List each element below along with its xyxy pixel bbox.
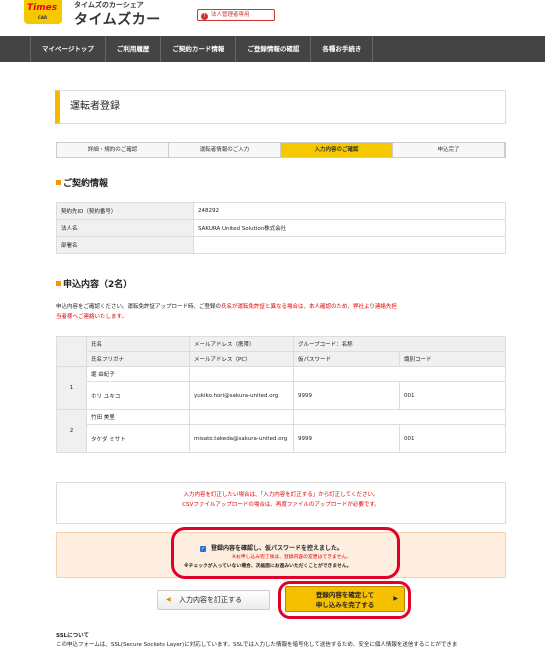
table-row: 部署名 (56, 236, 506, 254)
table-header-row: 氏名 メールアドレス（携帯） グループコード：名称 (56, 336, 506, 367)
step-input: 運転者情報のご入力 (169, 143, 281, 157)
contract-table: 契約先ID（契約番号） 248292 法人名 SAKURA United Solut… (56, 202, 506, 254)
site-header: Times CAR タイムズのカーシェア タイムズカー ! 法人管理者専用 (0, 0, 545, 36)
ssl-heading: SSLについて (56, 633, 90, 639)
times-car-logo[interactable]: Times CAR (24, 0, 62, 24)
correction-notice: 入力内容を訂正したい場合は、「入力内容を訂正する」から訂正してください。 CSV… (56, 482, 506, 524)
nav-mypage-top[interactable]: マイページトップ (30, 36, 106, 62)
table-row: ホリ ユキコ yukiko.hori@sakura-united.org 999… (57, 381, 506, 410)
table-row: タケダ ミサト misato.takeda@sakura-united.org … (57, 424, 506, 453)
nav-contract-card[interactable]: ご契約カード情報 (161, 36, 237, 62)
highlight-circle (278, 581, 411, 619)
members-heading: 申込内容（2名） (56, 277, 132, 290)
highlight-circle (171, 527, 400, 579)
ssl-text: この申込フォームは、SSL(Secure Sockets Layer)に対応して… (56, 642, 458, 648)
brand-title: タイムズカー (74, 12, 161, 28)
nav-usage-history[interactable]: ご利用履歴 (106, 36, 162, 62)
nav-procedures[interactable]: 各種お手続き (311, 36, 374, 62)
chevron-left-icon: ◀ (166, 596, 171, 603)
members-notice: 申込内容をご確認ください。運転免許証アップロード時、ご登録の氏名が運転免許証と異… (56, 304, 397, 320)
table-header-row: 氏名フリガナ メールアドレス（PC） 仮パスワード 識別コード (57, 351, 506, 367)
table-row: 契約先ID（契約番号） 248292 (56, 202, 506, 220)
step-complete: 申込完了 (393, 143, 505, 157)
alert-icon: ! (201, 13, 208, 20)
row-number: 1 (56, 366, 87, 410)
contract-heading: ご契約情報 (56, 176, 108, 189)
nav-registration-info[interactable]: ご登録情報の確認 (236, 36, 312, 62)
table-row: 法人名 SAKURA United Solution株式会社 (56, 219, 506, 237)
page-title: 運転者登録 (55, 90, 506, 124)
progress-steps: 詳細・規約のご確認 運転者情報のご入力 入力内容のご確認 申込完了 (56, 142, 506, 158)
table-row: 2 竹田 美里 (56, 409, 506, 453)
corporate-admin-badge: ! 法人管理者専用 (197, 9, 275, 21)
step-terms: 詳細・規約のご確認 (57, 143, 169, 157)
members-table: 氏名 メールアドレス（携帯） グループコード：名称 氏名フリガナ メールアドレス… (56, 336, 506, 453)
correct-input-button[interactable]: ◀ 入力内容を訂正する (157, 590, 270, 610)
main-nav: マイページトップ ご利用履歴 ご契約カード情報 ご登録情報の確認 各種お手続き (0, 36, 545, 62)
step-confirm: 入力内容のご確認 (281, 143, 393, 157)
table-row: 1 堀 由紀子 (56, 366, 506, 410)
row-number: 2 (56, 409, 87, 453)
